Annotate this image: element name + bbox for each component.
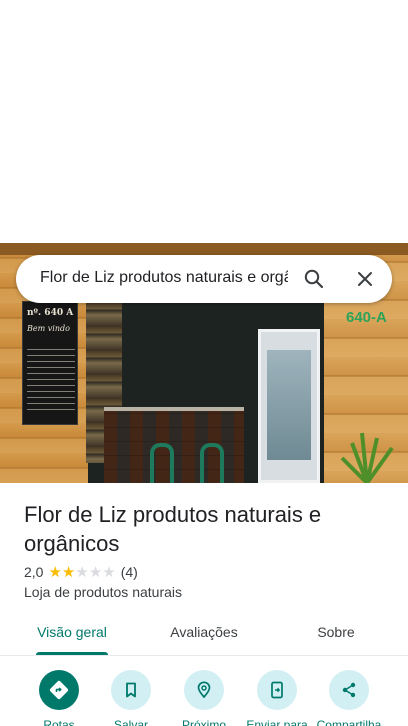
search-input[interactable]: Flor de Liz produtos naturais e orgânico… <box>40 269 288 291</box>
star-icon: ★ <box>75 563 89 581</box>
send-to-phone-button[interactable]: Enviar para <box>240 670 314 726</box>
stool <box>150 443 174 483</box>
place-tabs: Visão geral Avaliações Sobre <box>0 612 408 656</box>
star-icon: ★ <box>48 563 62 581</box>
nearby-label: Próximo <box>181 718 226 726</box>
tab-overview[interactable]: Visão geral <box>20 612 124 656</box>
rating-value: 2,0 <box>24 564 44 580</box>
save-label: Salvar <box>113 718 148 726</box>
tab-about[interactable]: Sobre <box>296 612 376 656</box>
star-icon: ★ <box>88 563 103 581</box>
rating-row[interactable]: 2,0 ★ ★ ★ ★ ★ (4) <box>24 563 138 581</box>
drinks-fridge <box>258 329 320 483</box>
place-category[interactable]: Loja de produtos naturais <box>24 584 182 600</box>
nearby-button[interactable]: Próximo <box>167 670 241 726</box>
share-label: Compartilha <box>316 718 382 726</box>
fridge-glass <box>267 350 311 460</box>
directions-label: Rotas <box>43 718 75 726</box>
star-icon: ★ <box>102 563 116 581</box>
stool <box>200 443 224 483</box>
sign-hours-lines <box>27 344 75 414</box>
search-icon[interactable] <box>302 267 326 291</box>
sign-number: nº. 640 A <box>27 308 74 318</box>
review-count[interactable]: (4) <box>121 564 138 580</box>
directions-button[interactable]: Rotas <box>22 670 96 726</box>
share-icon <box>329 670 369 710</box>
tab-reviews[interactable]: Avaliações <box>150 612 258 656</box>
chalkboard-sign: nº. 640 A Bem vindo <box>22 301 78 425</box>
directions-icon <box>39 670 79 710</box>
star-icon: ★ <box>61 563 76 581</box>
map-area-blank <box>0 0 408 243</box>
search-bar[interactable]: Flor de Liz produtos naturais e orgânico… <box>16 255 392 303</box>
close-icon[interactable] <box>353 267 377 291</box>
share-button[interactable]: Compartilha <box>312 670 386 726</box>
send-to-phone-label: Enviar para <box>246 718 308 726</box>
bookmark-icon <box>111 670 151 710</box>
plant-leaves <box>340 432 394 483</box>
active-tab-indicator <box>36 652 108 655</box>
sign-welcome: Bem vindo <box>27 324 70 333</box>
save-button[interactable]: Salvar <box>94 670 168 726</box>
place-title: Flor de Liz produtos naturais e orgânico… <box>24 502 322 556</box>
painted-address: 640-A <box>346 309 387 326</box>
roof-beam <box>0 243 408 255</box>
nearby-icon <box>184 670 224 710</box>
send-to-phone-icon <box>257 670 297 710</box>
star-rating: ★ ★ ★ ★ ★ <box>48 565 115 580</box>
